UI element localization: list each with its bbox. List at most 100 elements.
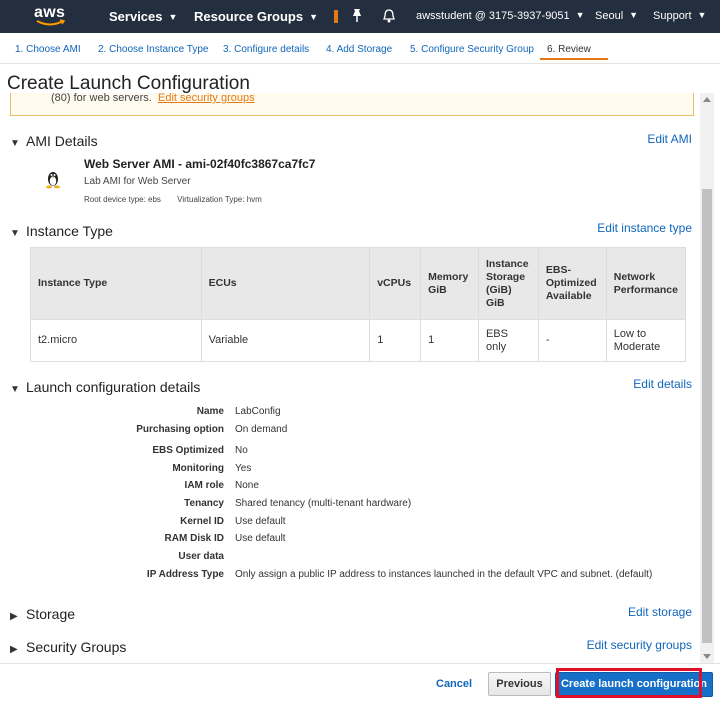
- cell-network-performance: Low to Moderate: [605, 319, 687, 362]
- ami-description: Lab AMI for Web Server: [84, 176, 191, 187]
- virtualization-type: Virtualization Type: hvm: [177, 195, 262, 204]
- step-choose-instance-type[interactable]: 2. Choose Instance Type: [98, 44, 208, 55]
- launch-details-header[interactable]: ▼ Launch configuration details: [10, 379, 200, 395]
- caret-down-icon: ▼: [10, 138, 20, 149]
- detail-label-tenancy: Tenancy: [184, 498, 224, 509]
- resource-groups-label: Resource Groups: [194, 9, 304, 24]
- region-label: Seoul: [595, 10, 624, 22]
- col-ecus: ECUs: [200, 247, 371, 320]
- chevron-down-icon: ▼: [629, 10, 639, 20]
- page-title: Create Launch Configuration: [7, 73, 250, 94]
- instance-type-table: Instance Type ECUs vCPUs Memory GiB Inst…: [30, 247, 687, 362]
- detail-label-kernel-id: Kernel ID: [180, 516, 224, 527]
- region-menu[interactable]: Seoul ▼: [595, 10, 638, 22]
- security-groups-header[interactable]: ▶ Security Groups: [10, 639, 126, 655]
- service-shortcut-icon[interactable]: [334, 10, 338, 23]
- ami-details-heading: AMI Details: [26, 133, 98, 149]
- detail-label-monitoring: Monitoring: [172, 463, 224, 474]
- previous-button[interactable]: Previous: [488, 672, 551, 696]
- storage-header[interactable]: ▶ Storage: [10, 606, 75, 622]
- chevron-down-icon: ▼: [309, 12, 319, 22]
- detail-value-iam-role: None: [235, 480, 259, 491]
- table-header-row: Instance Type ECUs vCPUs Memory GiB Inst…: [30, 247, 687, 320]
- review-content: (80) for web servers. Edit security grou…: [0, 93, 700, 663]
- chevron-down-icon: ▼: [168, 12, 178, 22]
- caret-right-icon: ▶: [10, 611, 18, 622]
- ami-title: Web Server AMI - ami-02f40fc3867ca7fc7: [84, 157, 316, 171]
- instance-type-header[interactable]: ▼ Instance Type: [10, 223, 113, 239]
- caret-right-icon: ▶: [10, 644, 18, 655]
- cancel-button[interactable]: Cancel: [436, 678, 472, 690]
- col-vcpus: vCPUs: [369, 247, 422, 320]
- storage-heading: Storage: [26, 606, 76, 622]
- detail-value-ebs-optimized: No: [235, 445, 248, 456]
- scrollbar-thumb[interactable]: [702, 189, 712, 643]
- chevron-down-icon: ▼: [697, 10, 707, 20]
- pin-icon[interactable]: [350, 8, 364, 24]
- table-row: t2.micro Variable 1 1 EBS only - Low to …: [30, 319, 687, 362]
- detail-value-ram-disk-id: Use default: [235, 533, 286, 544]
- support-menu[interactable]: Support ▼: [653, 10, 706, 22]
- edit-storage-link[interactable]: Edit storage: [628, 605, 692, 619]
- aws-logo[interactable]: aws: [34, 4, 70, 28]
- cell-vcpus: 1: [369, 319, 422, 362]
- ami-details-header[interactable]: ▼ AMI Details: [10, 133, 98, 149]
- edit-details-link[interactable]: Edit details: [633, 377, 692, 391]
- services-label: Services: [109, 9, 163, 24]
- warning-box: (80) for web servers. Edit security grou…: [10, 93, 694, 116]
- bell-icon[interactable]: [382, 8, 396, 24]
- active-step-indicator: [540, 58, 608, 60]
- edit-security-groups-link[interactable]: Edit security groups: [587, 638, 692, 652]
- account-menu[interactable]: awsstudent @ 3175-3937-9051 ▼: [416, 10, 585, 22]
- detail-label-ram-disk-id: RAM Disk ID: [164, 533, 224, 544]
- resource-groups-menu[interactable]: Resource Groups ▼: [194, 9, 318, 24]
- chevron-down-icon: ▼: [575, 10, 585, 20]
- ami-meta: Root device type: ebs Virtualization Typ…: [84, 195, 276, 204]
- detail-value-tenancy: Shared tenancy (multi-tenant hardware): [235, 498, 412, 509]
- col-network-performance: Network Performance: [605, 247, 687, 320]
- caret-down-icon: ▼: [10, 384, 20, 395]
- edit-security-groups-link[interactable]: Edit security groups: [158, 93, 255, 104]
- root-device-type: Root device type: ebs: [84, 195, 161, 204]
- create-launch-configuration-button[interactable]: Create launch configuration: [555, 672, 713, 697]
- detail-label-ip-address-type: IP Address Type: [146, 569, 224, 580]
- cell-memory: 1: [420, 319, 479, 362]
- edit-instance-type-link[interactable]: Edit instance type: [597, 221, 692, 235]
- wizard-steps: 1. Choose AMI 2. Choose Instance Type 3.…: [0, 33, 720, 64]
- support-label: Support: [653, 10, 692, 22]
- detail-label-name: Name: [196, 406, 224, 417]
- footer-actions: Cancel Previous Create launch configurat…: [0, 663, 720, 702]
- instance-type-heading: Instance Type: [26, 223, 113, 239]
- step-configure-details[interactable]: 3. Configure details: [223, 44, 309, 55]
- detail-label-purchasing: Purchasing option: [136, 424, 224, 435]
- step-add-storage[interactable]: 4. Add Storage: [326, 44, 392, 55]
- caret-down-icon: ▼: [10, 228, 20, 239]
- col-instance-storage: Instance Storage (GiB) GiB: [477, 247, 539, 320]
- launch-details-heading: Launch configuration details: [26, 379, 201, 395]
- detail-value-purchasing: On demand: [235, 424, 288, 435]
- linux-tux-icon: [46, 172, 60, 189]
- security-groups-heading: Security Groups: [26, 639, 127, 655]
- edit-ami-link[interactable]: Edit AMI: [647, 132, 692, 146]
- services-menu[interactable]: Services ▼: [109, 9, 177, 24]
- scroll-down-icon[interactable]: [703, 654, 711, 659]
- top-navbar: aws Services ▼ Resource Groups ▼ awsstuden…: [0, 0, 720, 33]
- vertical-scrollbar[interactable]: [700, 93, 714, 663]
- warning-message: (80) for web servers.: [51, 93, 152, 104]
- scroll-up-icon[interactable]: [703, 97, 711, 102]
- detail-value-ip-address-type: Only assign a public IP address to insta…: [235, 569, 653, 580]
- cell-ebs-optimized: -: [537, 319, 607, 362]
- col-ebs-optimized: EBS-Optimized Available: [537, 247, 607, 320]
- step-configure-security-group[interactable]: 5. Configure Security Group: [410, 44, 534, 55]
- step-choose-ami[interactable]: 1. Choose AMI: [15, 44, 81, 55]
- step-review: 6. Review: [547, 44, 591, 55]
- detail-label-user-data: User data: [178, 551, 224, 562]
- aws-smile-icon: [36, 19, 66, 26]
- detail-label-iam-role: IAM role: [184, 480, 224, 491]
- detail-label-ebs-optimized: EBS Optimized: [152, 445, 224, 456]
- cell-instance-storage: EBS only: [477, 319, 539, 362]
- cell-ecus: Variable: [200, 319, 371, 362]
- detail-value-name: LabConfig: [235, 406, 281, 417]
- col-memory: Memory GiB: [420, 247, 479, 320]
- col-instance-type: Instance Type: [30, 247, 202, 320]
